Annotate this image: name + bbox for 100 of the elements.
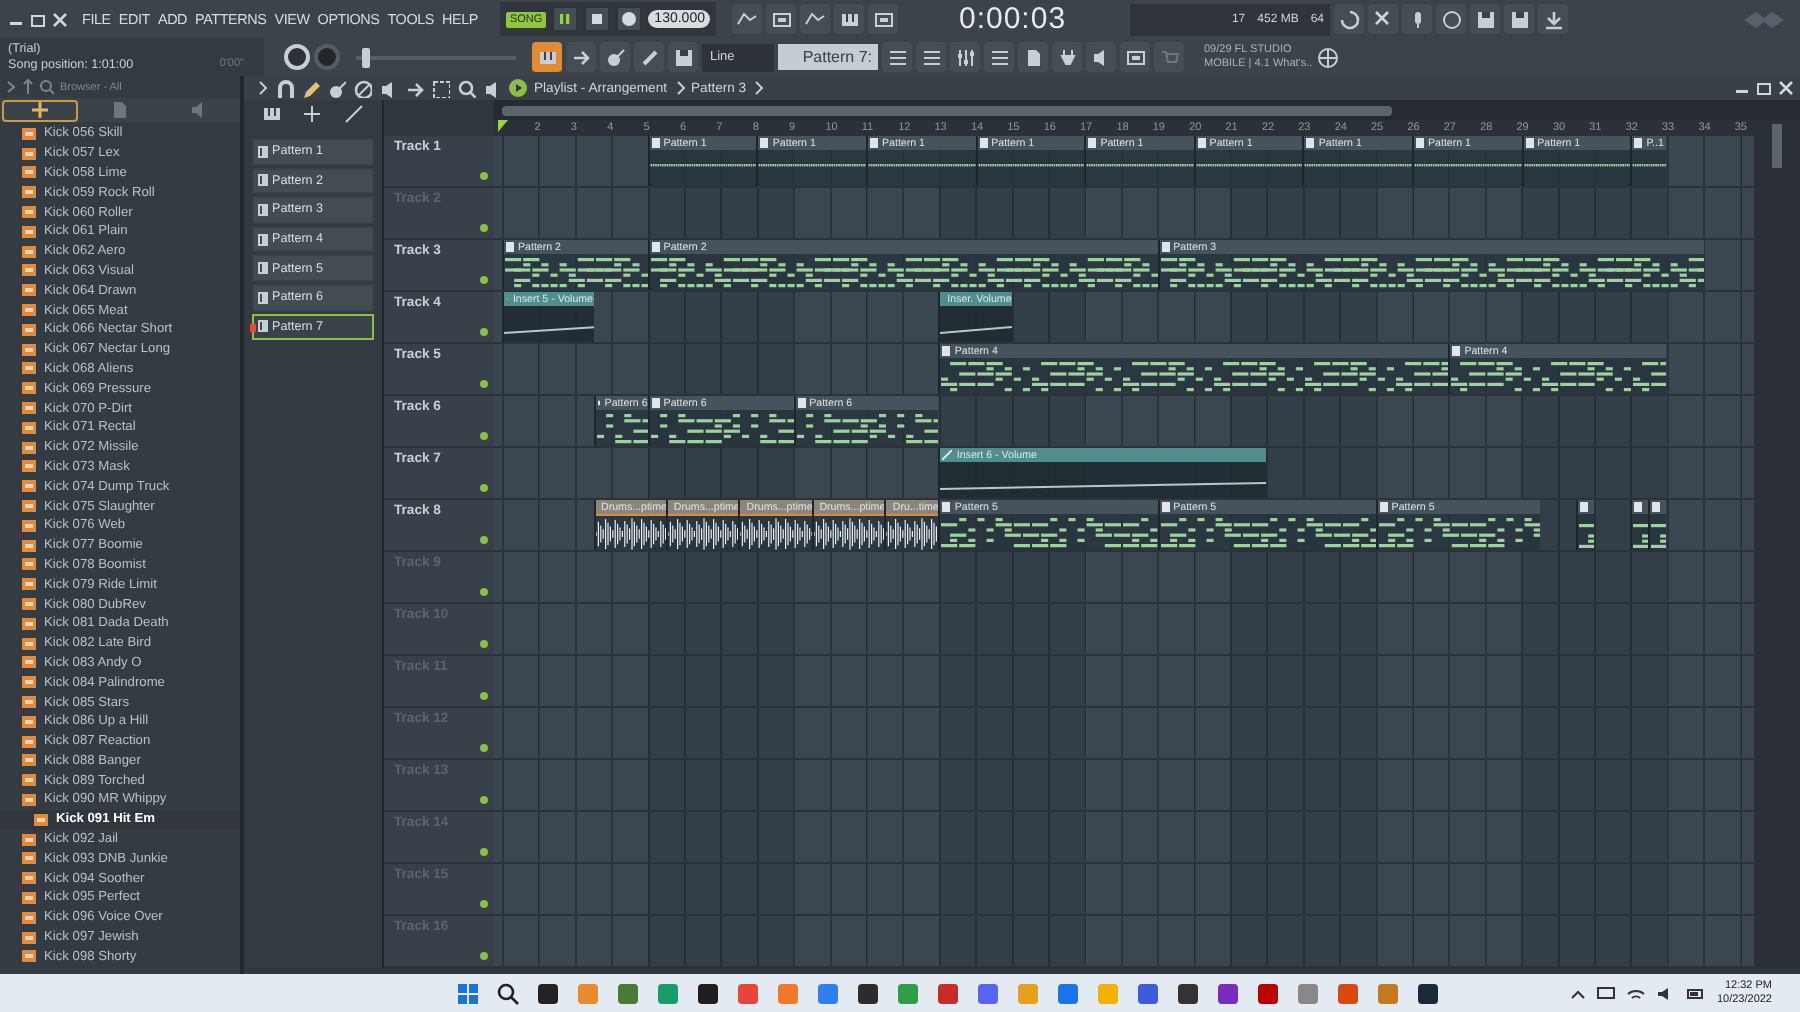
plugin-button[interactable] [1052, 42, 1082, 72]
led-icon[interactable] [480, 796, 488, 804]
led-icon[interactable] [480, 276, 488, 284]
delete-icon[interactable] [352, 78, 372, 98]
app-icon[interactable] [536, 981, 560, 1005]
pattern-selector[interactable]: Pattern 7: [778, 44, 878, 70]
channel-rack-button[interactable] [916, 42, 946, 72]
play-button[interactable] [552, 6, 579, 32]
cut-button[interactable] [1368, 4, 1399, 34]
up-arrow-icon[interactable] [22, 78, 34, 96]
brush-button[interactable] [600, 42, 630, 72]
step-button[interactable] [800, 4, 831, 34]
help-button[interactable] [1436, 4, 1467, 34]
save-new-button[interactable] [1504, 4, 1535, 34]
app-icon[interactable] [1216, 981, 1240, 1005]
zoom-icon[interactable] [456, 78, 476, 98]
download-button[interactable] [1538, 4, 1569, 34]
plus-icon[interactable] [300, 102, 325, 126]
pattern-icon [258, 291, 268, 304]
pattern-clip[interactable] [1575, 500, 1594, 550]
mixer-button[interactable] [950, 42, 980, 72]
scroll-thumb[interactable] [1772, 124, 1782, 168]
search-icon[interactable] [496, 981, 520, 1005]
led-icon[interactable] [480, 224, 488, 232]
page-button[interactable] [1018, 42, 1048, 72]
battery-icon[interactable] [1686, 985, 1707, 1001]
overview-scrollbar[interactable] [494, 100, 1800, 120]
close-icon[interactable] [1776, 78, 1796, 98]
windows-logo-icon[interactable] [456, 981, 480, 1005]
led-icon[interactable] [480, 588, 488, 596]
master-slider-thumb[interactable] [362, 47, 371, 67]
vertical-scrollbar[interactable] [1754, 120, 1800, 968]
curve-icon[interactable] [341, 102, 366, 126]
pattern-icon [760, 138, 769, 148]
pattern-icon [258, 145, 268, 158]
led-icon[interactable] [480, 380, 488, 388]
loop-button[interactable] [868, 4, 899, 34]
led-icon[interactable] [480, 692, 488, 700]
led-icon[interactable] [480, 952, 488, 960]
pattern-icon [1088, 138, 1097, 148]
restore-icon[interactable] [28, 9, 48, 29]
chevron-up-icon[interactable] [1570, 985, 1587, 1001]
browser-button[interactable] [984, 42, 1014, 72]
paint-icon[interactable] [326, 78, 346, 98]
piano-roll-button[interactable] [532, 42, 562, 72]
app-icon[interactable] [1416, 981, 1440, 1005]
stamp-button[interactable] [668, 42, 698, 72]
save-icon [1473, 7, 1498, 31]
wave-button[interactable] [732, 4, 763, 34]
link-button[interactable] [634, 42, 664, 72]
browser-tab[interactable] [2, 99, 78, 121]
keyboard-button[interactable] [834, 4, 865, 34]
app-icon[interactable] [696, 981, 720, 1005]
piano-keys-icon[interactable] [260, 102, 285, 126]
slip-icon[interactable] [404, 78, 424, 98]
arrow-button[interactable] [566, 42, 596, 72]
close-icon[interactable] [50, 9, 70, 29]
globe-icon[interactable] [1316, 45, 1341, 69]
led-icon[interactable] [480, 640, 488, 648]
stamp-icon [671, 45, 695, 69]
led-icon[interactable] [480, 536, 488, 544]
wifi-icon[interactable] [1626, 985, 1647, 1001]
restore-icon[interactable] [1754, 78, 1774, 98]
led-icon[interactable] [480, 848, 488, 856]
record-button[interactable] [616, 6, 643, 32]
led-icon[interactable] [480, 328, 488, 336]
tape-icon [769, 7, 794, 31]
led-icon[interactable] [480, 432, 488, 440]
speaker-button[interactable] [1086, 42, 1116, 72]
pattern-icon [258, 203, 268, 216]
chevron-icon[interactable] [6, 78, 18, 96]
chevron-icon[interactable] [256, 78, 268, 98]
playlist-button[interactable] [882, 42, 912, 72]
app-icon[interactable] [856, 981, 880, 1005]
pattern-icon [506, 242, 514, 252]
pattern-clip[interactable] [1630, 500, 1649, 550]
undo-button[interactable] [1334, 4, 1365, 34]
tools-button[interactable] [1120, 42, 1150, 72]
channel-rack-icon [919, 45, 943, 69]
led-icon[interactable] [480, 172, 488, 180]
stop-button[interactable] [584, 6, 611, 32]
save-button[interactable] [1470, 4, 1501, 34]
scroll-thumb[interactable] [502, 105, 1392, 115]
led-icon[interactable] [480, 484, 488, 492]
tape-button[interactable] [766, 4, 797, 34]
automation-curve [504, 326, 593, 334]
pattern-clip[interactable] [1648, 500, 1667, 550]
save-new-icon [1507, 7, 1532, 31]
led-icon[interactable] [480, 900, 488, 908]
playhead-marker-icon[interactable] [498, 120, 508, 132]
led-icon[interactable] [480, 744, 488, 752]
chevron-icon [752, 78, 765, 98]
app-icon[interactable] [1176, 981, 1200, 1005]
waveform-drawing [667, 516, 739, 550]
snap-icon[interactable] [274, 78, 294, 98]
main-volume-knob[interactable] [284, 44, 310, 70]
microphone-button[interactable] [1402, 4, 1433, 34]
select-icon[interactable] [430, 78, 450, 98]
waveform-drawing [813, 516, 885, 550]
display-icon[interactable] [1596, 985, 1617, 1001]
